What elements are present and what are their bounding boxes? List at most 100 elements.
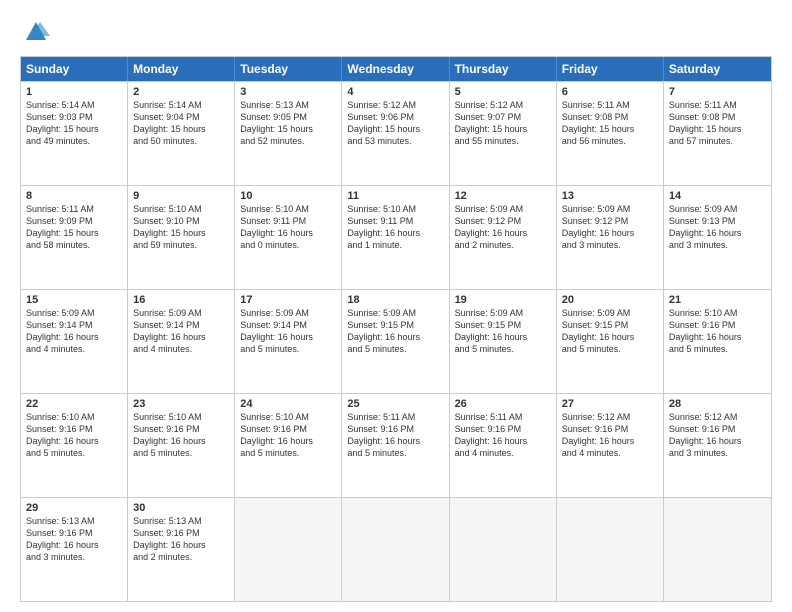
calendar-cell: 27Sunrise: 5:12 AM Sunset: 9:16 PM Dayli… <box>557 394 664 497</box>
day-number: 12 <box>455 190 551 202</box>
day-info: Sunrise: 5:11 AM Sunset: 9:16 PM Dayligh… <box>455 411 551 460</box>
calendar-cell <box>342 498 449 601</box>
calendar-week-3: 15Sunrise: 5:09 AM Sunset: 9:14 PM Dayli… <box>21 289 771 393</box>
day-number: 21 <box>669 294 766 306</box>
day-number: 24 <box>240 398 336 410</box>
calendar-cell: 12Sunrise: 5:09 AM Sunset: 9:12 PM Dayli… <box>450 186 557 289</box>
day-number: 13 <box>562 190 658 202</box>
day-info: Sunrise: 5:10 AM Sunset: 9:10 PM Dayligh… <box>133 203 229 252</box>
day-number: 28 <box>669 398 766 410</box>
calendar-cell: 21Sunrise: 5:10 AM Sunset: 9:16 PM Dayli… <box>664 290 771 393</box>
day-number: 4 <box>347 86 443 98</box>
day-number: 9 <box>133 190 229 202</box>
calendar-cell: 13Sunrise: 5:09 AM Sunset: 9:12 PM Dayli… <box>557 186 664 289</box>
calendar-week-5: 29 Sunrise: 5:13 AM Sunset: 9:16 PM Dayli… <box>21 497 771 601</box>
header-wednesday: Wednesday <box>342 57 449 81</box>
calendar-cell: 4Sunrise: 5:12 AM Sunset: 9:06 PM Daylig… <box>342 82 449 185</box>
day-number: 30 <box>133 502 229 514</box>
day-number: 1 <box>26 86 122 98</box>
day-number: 10 <box>240 190 336 202</box>
header-thursday: Thursday <box>450 57 557 81</box>
day-number: 7 <box>669 86 766 98</box>
day-number: 5 <box>455 86 551 98</box>
day-info: Sunrise: 5:09 AM Sunset: 9:15 PM Dayligh… <box>455 307 551 356</box>
day-number: 15 <box>26 294 122 306</box>
day-info: Sunrise: 5:13 AM Sunset: 9:16 PM Dayligh… <box>133 515 229 564</box>
day-info: Sunrise: 5:10 AM Sunset: 9:16 PM Dayligh… <box>669 307 766 356</box>
day-info: Sunrise: 5:12 AM Sunset: 9:07 PM Dayligh… <box>455 99 551 148</box>
day-number: 20 <box>562 294 658 306</box>
day-info: Sunrise: 5:09 AM Sunset: 9:13 PM Dayligh… <box>669 203 766 252</box>
day-info: Sunrise: 5:09 AM Sunset: 9:14 PM Dayligh… <box>26 307 122 356</box>
day-info: Sunrise: 5:11 AM Sunset: 9:08 PM Dayligh… <box>669 99 766 148</box>
day-number: 11 <box>347 190 443 202</box>
day-info: Sunrise: 5:12 AM Sunset: 9:06 PM Dayligh… <box>347 99 443 148</box>
day-number: 14 <box>669 190 766 202</box>
calendar-cell: 6Sunrise: 5:11 AM Sunset: 9:08 PM Daylig… <box>557 82 664 185</box>
header-saturday: Saturday <box>664 57 771 81</box>
calendar-week-2: 8Sunrise: 5:11 AM Sunset: 9:09 PM Daylig… <box>21 185 771 289</box>
header-friday: Friday <box>557 57 664 81</box>
header-tuesday: Tuesday <box>235 57 342 81</box>
calendar-cell: 26Sunrise: 5:11 AM Sunset: 9:16 PM Dayli… <box>450 394 557 497</box>
day-number: 26 <box>455 398 551 410</box>
calendar-cell: 28Sunrise: 5:12 AM Sunset: 9:16 PM Dayli… <box>664 394 771 497</box>
day-info: Sunrise: 5:13 AM Sunset: 9:05 PM Dayligh… <box>240 99 336 148</box>
calendar-cell: 1Sunrise: 5:14 AM Sunset: 9:03 PM Daylig… <box>21 82 128 185</box>
day-number: 3 <box>240 86 336 98</box>
day-number: 18 <box>347 294 443 306</box>
calendar-week-1: 1Sunrise: 5:14 AM Sunset: 9:03 PM Daylig… <box>21 81 771 185</box>
day-number: 22 <box>26 398 122 410</box>
day-number: 25 <box>347 398 443 410</box>
day-info: Sunrise: 5:11 AM Sunset: 9:16 PM Dayligh… <box>347 411 443 460</box>
calendar-cell: 15Sunrise: 5:09 AM Sunset: 9:14 PM Dayli… <box>21 290 128 393</box>
day-info: Sunrise: 5:11 AM Sunset: 9:08 PM Dayligh… <box>562 99 658 148</box>
day-info: Sunrise: 5:09 AM Sunset: 9:12 PM Dayligh… <box>455 203 551 252</box>
page: SundayMondayTuesdayWednesdayThursdayFrid… <box>0 0 792 612</box>
day-info: Sunrise: 5:14 AM Sunset: 9:03 PM Dayligh… <box>26 99 122 148</box>
day-info: Sunrise: 5:09 AM Sunset: 9:15 PM Dayligh… <box>347 307 443 356</box>
header-sunday: Sunday <box>21 57 128 81</box>
logo-icon <box>22 18 50 46</box>
calendar-cell: 23Sunrise: 5:10 AM Sunset: 9:16 PM Dayli… <box>128 394 235 497</box>
day-info: Sunrise: 5:09 AM Sunset: 9:15 PM Dayligh… <box>562 307 658 356</box>
day-info: Sunrise: 5:10 AM Sunset: 9:16 PM Dayligh… <box>240 411 336 460</box>
calendar-cell: 25Sunrise: 5:11 AM Sunset: 9:16 PM Dayli… <box>342 394 449 497</box>
day-info: Sunrise: 5:10 AM Sunset: 9:16 PM Dayligh… <box>133 411 229 460</box>
day-number: 17 <box>240 294 336 306</box>
calendar-cell: 11Sunrise: 5:10 AM Sunset: 9:11 PM Dayli… <box>342 186 449 289</box>
day-number: 16 <box>133 294 229 306</box>
calendar-cell: 20Sunrise: 5:09 AM Sunset: 9:15 PM Dayli… <box>557 290 664 393</box>
calendar: SundayMondayTuesdayWednesdayThursdayFrid… <box>20 56 772 602</box>
calendar-cell <box>664 498 771 601</box>
header <box>20 18 772 46</box>
day-number: 29 <box>26 502 122 514</box>
day-number: 2 <box>133 86 229 98</box>
calendar-cell <box>450 498 557 601</box>
day-number: 8 <box>26 190 122 202</box>
calendar-body: 1Sunrise: 5:14 AM Sunset: 9:03 PM Daylig… <box>21 81 771 601</box>
calendar-cell: 16Sunrise: 5:09 AM Sunset: 9:14 PM Dayli… <box>128 290 235 393</box>
day-info: Sunrise: 5:12 AM Sunset: 9:16 PM Dayligh… <box>669 411 766 460</box>
day-info: Sunrise: 5:09 AM Sunset: 9:14 PM Dayligh… <box>240 307 336 356</box>
calendar-cell <box>235 498 342 601</box>
calendar-cell: 29Sunrise: 5:13 AM Sunset: 9:16 PM Dayli… <box>21 498 128 601</box>
day-info: Sunrise: 5:11 AM Sunset: 9:09 PM Dayligh… <box>26 203 122 252</box>
calendar-cell: 2Sunrise: 5:14 AM Sunset: 9:04 PM Daylig… <box>128 82 235 185</box>
day-info: Sunrise: 5:10 AM Sunset: 9:11 PM Dayligh… <box>240 203 336 252</box>
day-info: Sunrise: 5:09 AM Sunset: 9:12 PM Dayligh… <box>562 203 658 252</box>
calendar-week-4: 22 Sunrise: 5:10 AM Sunset: 9:16 PM Dayli… <box>21 393 771 497</box>
calendar-cell: 17Sunrise: 5:09 AM Sunset: 9:14 PM Dayli… <box>235 290 342 393</box>
day-info: Sunrise: 5:12 AM Sunset: 9:16 PM Dayligh… <box>562 411 658 460</box>
day-info: Sunrise: 5:10 AM Sunset: 9:11 PM Dayligh… <box>347 203 443 252</box>
calendar-cell: 19Sunrise: 5:09 AM Sunset: 9:15 PM Dayli… <box>450 290 557 393</box>
calendar-cell: 7Sunrise: 5:11 AM Sunset: 9:08 PM Daylig… <box>664 82 771 185</box>
calendar-cell: 24Sunrise: 5:10 AM Sunset: 9:16 PM Dayli… <box>235 394 342 497</box>
day-info: Sunrise: 5:14 AM Sunset: 9:04 PM Dayligh… <box>133 99 229 148</box>
calendar-cell: 18Sunrise: 5:09 AM Sunset: 9:15 PM Dayli… <box>342 290 449 393</box>
calendar-header: SundayMondayTuesdayWednesdayThursdayFrid… <box>21 57 771 81</box>
calendar-cell: 5Sunrise: 5:12 AM Sunset: 9:07 PM Daylig… <box>450 82 557 185</box>
day-number: 27 <box>562 398 658 410</box>
day-number: 6 <box>562 86 658 98</box>
calendar-cell: 9Sunrise: 5:10 AM Sunset: 9:10 PM Daylig… <box>128 186 235 289</box>
